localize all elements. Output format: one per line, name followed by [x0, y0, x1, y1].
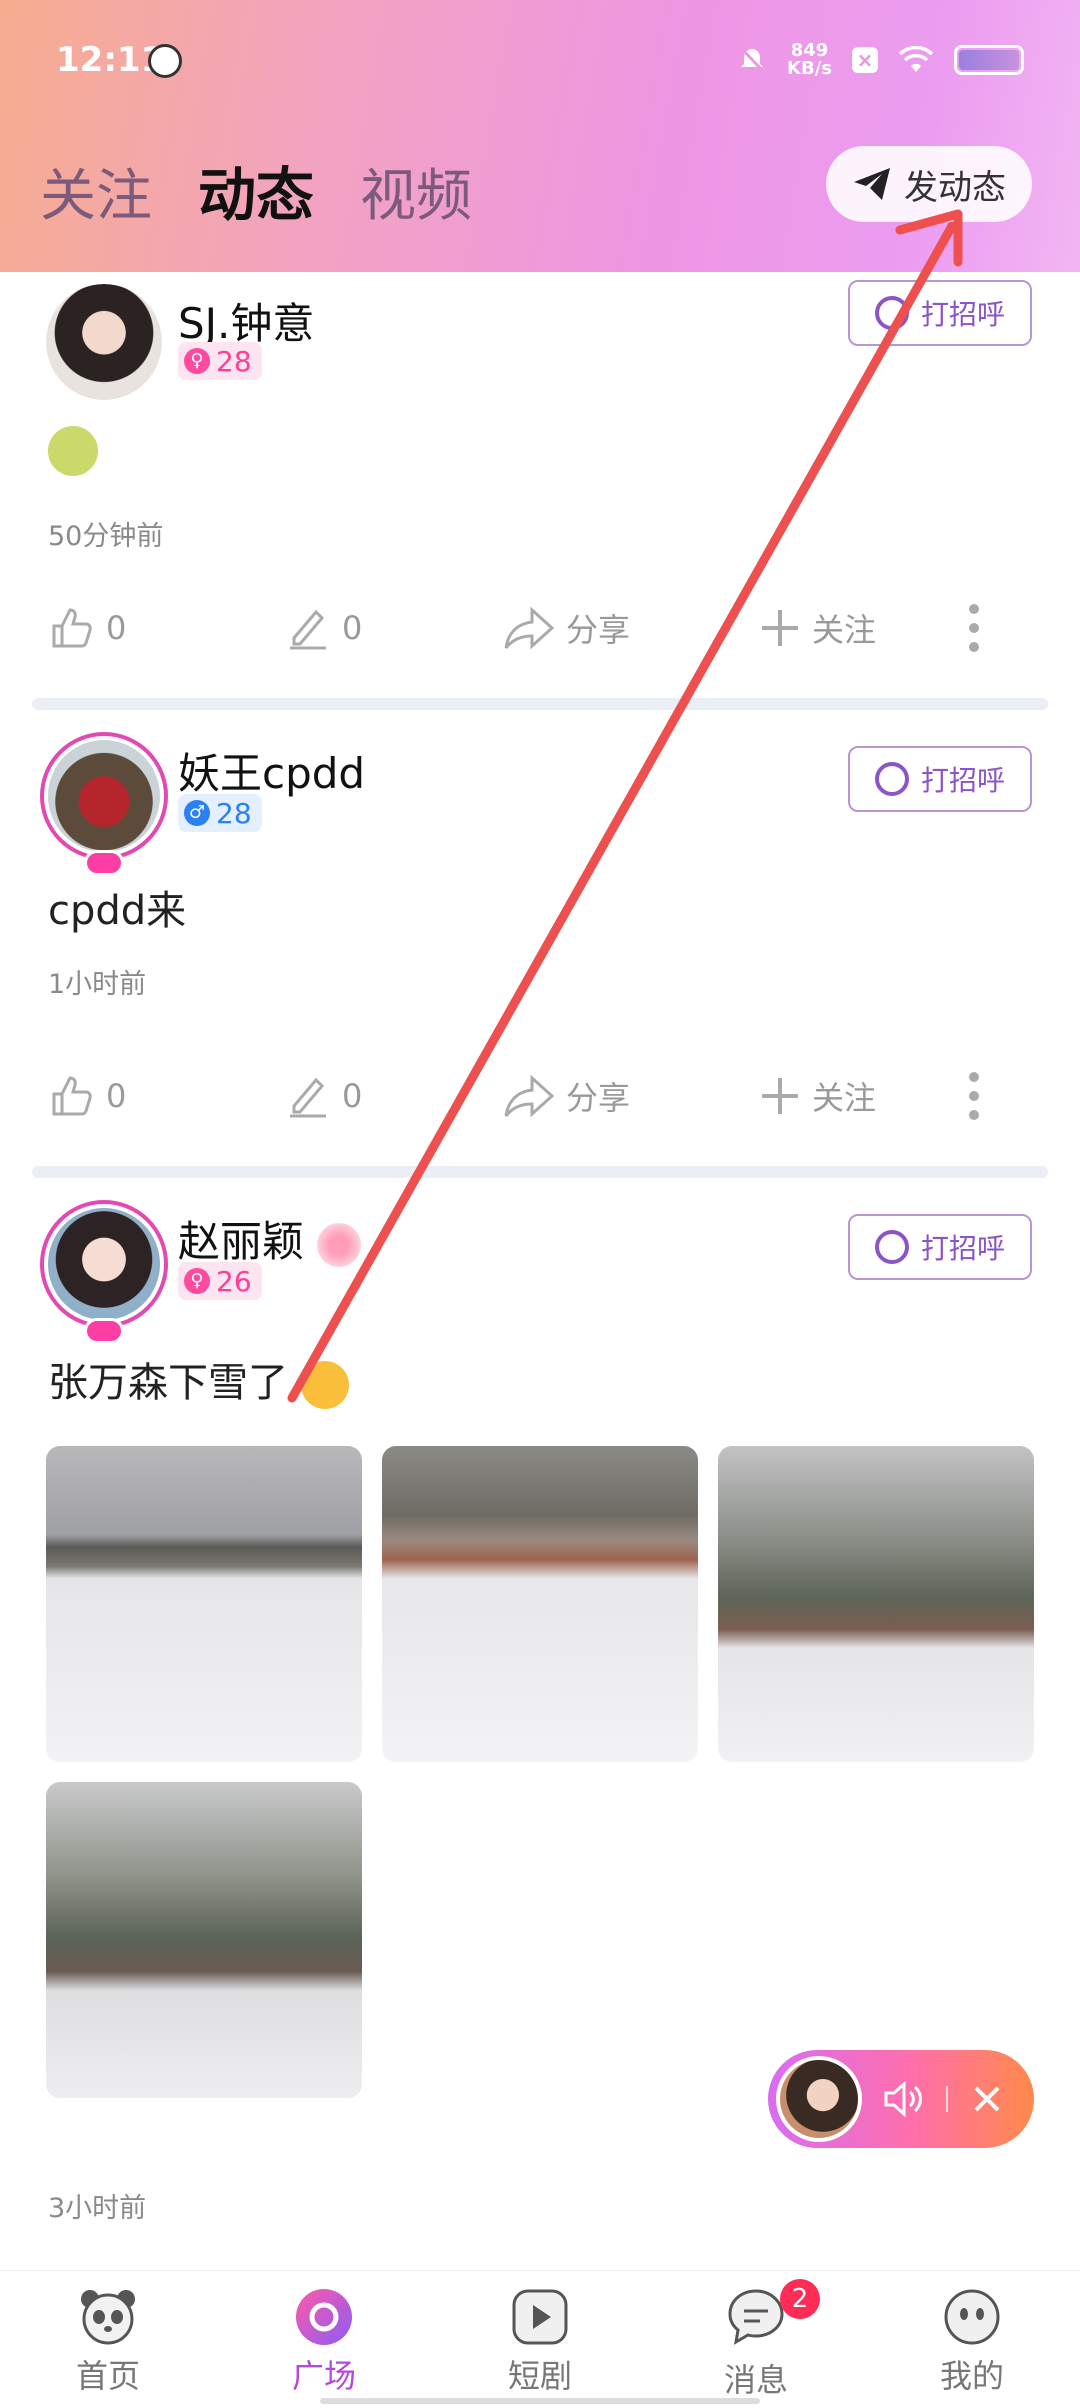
- nav-home[interactable]: 首页: [0, 2271, 216, 2408]
- post-divider: [32, 1166, 1048, 1178]
- network-speed: 849 KB/s: [787, 40, 832, 79]
- post-time: 50分钟前: [48, 521, 164, 552]
- nav-square[interactable]: 广场: [216, 2271, 432, 2408]
- live-indicator-icon: [84, 850, 124, 876]
- like-button[interactable]: 0: [48, 604, 284, 652]
- thumb-up-icon: [52, 608, 92, 648]
- floating-audio-player[interactable]: [768, 2050, 1034, 2148]
- post-time: 1小时前: [48, 969, 147, 1000]
- post-photo[interactable]: [46, 1446, 362, 1762]
- top-header: 12:11 849 KB/s × 关注 动态 视频 发动态: [0, 0, 1080, 272]
- nav-messages[interactable]: 2 消息: [648, 2271, 864, 2408]
- post-photo[interactable]: [46, 1782, 362, 2098]
- greet-button[interactable]: 打招呼: [848, 280, 1032, 346]
- share-arrow-icon: [504, 606, 555, 650]
- post-content: cpdd来: [48, 888, 187, 934]
- battery-icon: [954, 45, 1024, 75]
- comment-button[interactable]: 0: [284, 604, 502, 652]
- top-tabs: 关注 动态 视频: [40, 148, 472, 232]
- more-vertical-icon[interactable]: [964, 1071, 984, 1121]
- message-icon-wrap: 2: [726, 2279, 820, 2351]
- player-separator: [946, 2086, 948, 2112]
- post-moment-button[interactable]: 发动态: [826, 146, 1032, 222]
- greet-button[interactable]: 打招呼: [848, 1214, 1032, 1280]
- comment-button[interactable]: 0: [284, 1072, 502, 1120]
- notification-x-icon: ×: [852, 47, 878, 73]
- post-actions: 0 0 分享 关注: [48, 598, 1032, 658]
- share-button[interactable]: 分享: [502, 604, 758, 652]
- pencil-icon: [290, 1077, 326, 1118]
- plus-icon: [762, 1078, 798, 1114]
- feed-list: SJ.钟意 ♀ 28 打招呼 50分钟前 0 0 分享 关注 妖王cpdd ♂ …: [0, 272, 1080, 2270]
- avatar[interactable]: [40, 1200, 168, 1328]
- username[interactable]: 妖王cpdd: [178, 740, 365, 801]
- thumb-up-icon: [52, 1076, 92, 1116]
- female-icon: ♀: [184, 1268, 210, 1294]
- feed-post: 妖王cpdd ♂ 28 打招呼 cpdd来 1小时前 0 0 分享 关注: [0, 712, 1080, 1180]
- close-icon[interactable]: [972, 2084, 1002, 2114]
- message-icon: [728, 2289, 784, 2345]
- nav-mine[interactable]: 我的: [864, 2271, 1080, 2408]
- post-moment-label: 发动态: [904, 167, 1006, 208]
- bottom-nav: 首页 广场 短剧 2 消息 我的: [0, 2270, 1080, 2408]
- nav-short-drama[interactable]: 短剧: [432, 2271, 648, 2408]
- face-icon: [944, 2289, 1000, 2345]
- panda-status-icon: [148, 44, 182, 78]
- speaker-icon[interactable]: [882, 2080, 926, 2118]
- flower-icon: [317, 1222, 362, 1267]
- post-content: [48, 426, 98, 486]
- male-icon: ♂: [184, 800, 210, 826]
- post-actions: 0 0 分享 关注: [48, 1066, 1032, 1126]
- greet-button[interactable]: 打招呼: [848, 746, 1032, 812]
- nauseated-emoji-icon: [48, 426, 98, 476]
- play-icon: [512, 2289, 568, 2345]
- smiling-hearts-emoji-icon: [300, 1361, 349, 1409]
- like-button[interactable]: 0: [48, 1072, 284, 1120]
- more-vertical-icon[interactable]: [964, 603, 984, 653]
- post-content: 张万森下雪了: [48, 1350, 349, 1409]
- tab-video[interactable]: 视频: [360, 151, 472, 232]
- follow-button[interactable]: 关注: [758, 605, 964, 651]
- chat-bubble-icon: [874, 1230, 909, 1264]
- post-time: 3小时前: [48, 2193, 147, 2224]
- wifi-icon: [898, 46, 934, 72]
- square-ring-icon: [296, 2289, 352, 2345]
- pencil-icon: [290, 609, 326, 650]
- tab-moments[interactable]: 动态: [198, 148, 314, 232]
- feed-post: SJ.钟意 ♀ 28 打招呼 50分钟前 0 0 分享 关注: [0, 272, 1080, 712]
- username[interactable]: 赵丽颖: [178, 1208, 362, 1269]
- female-icon: ♀: [184, 348, 210, 374]
- unread-badge: 2: [780, 2279, 820, 2319]
- paper-plane-icon: [854, 168, 890, 200]
- avatar[interactable]: [40, 732, 168, 860]
- plus-icon: [762, 610, 798, 646]
- age-badge: ♀ 26: [178, 1262, 262, 1300]
- post-photo[interactable]: [718, 1446, 1034, 1762]
- post-photo[interactable]: [382, 1446, 698, 1762]
- age-badge: ♂ 28: [178, 794, 262, 832]
- share-arrow-icon: [504, 1074, 555, 1118]
- mute-bell-icon: [740, 47, 765, 73]
- screen: 12:11 849 KB/s × 关注 动态 视频 发动态 SJ.钟意 ♀ 28…: [0, 0, 1080, 2408]
- panda-icon: [81, 2290, 135, 2345]
- live-indicator-icon: [84, 1318, 124, 1344]
- age-badge: ♀ 28: [178, 342, 262, 380]
- player-avatar[interactable]: [776, 2056, 862, 2142]
- home-indicator: [320, 2398, 760, 2404]
- status-icons: 849 KB/s ×: [737, 42, 1024, 78]
- post-divider: [32, 698, 1048, 710]
- avatar[interactable]: [46, 284, 162, 400]
- tab-following[interactable]: 关注: [40, 151, 152, 232]
- chat-bubble-icon: [874, 762, 909, 796]
- follow-button[interactable]: 关注: [758, 1073, 964, 1119]
- chat-bubble-icon: [874, 296, 909, 330]
- share-button[interactable]: 分享: [502, 1072, 758, 1120]
